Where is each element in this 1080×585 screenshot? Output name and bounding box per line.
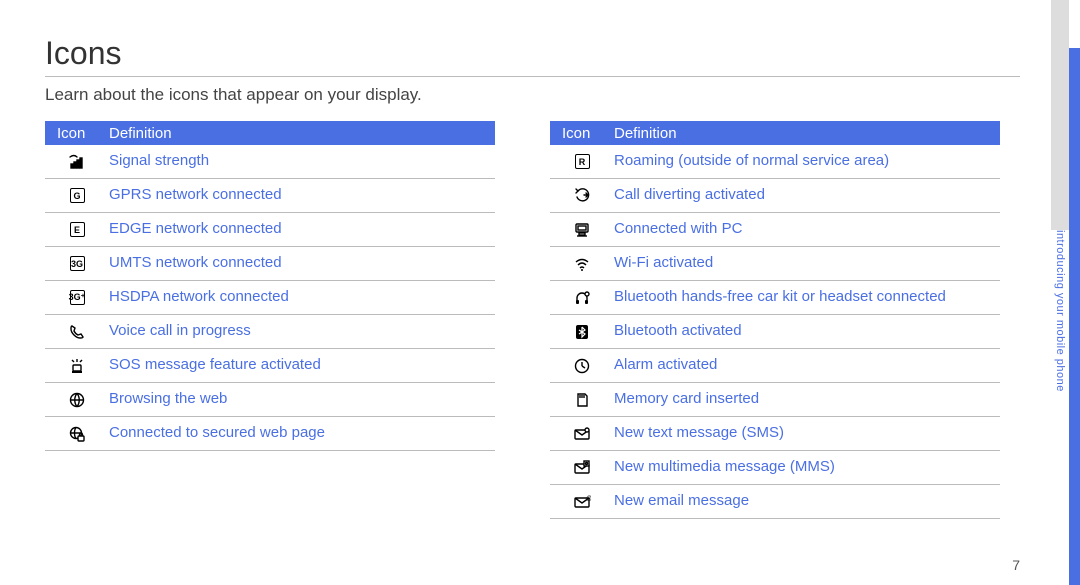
browsing-icon xyxy=(45,391,109,409)
table-row: Connected to secured web page xyxy=(45,417,495,451)
sms-icon xyxy=(550,425,614,443)
call-divert-icon xyxy=(550,187,614,205)
edge-icon: E xyxy=(45,222,109,237)
definition-cell: New email message xyxy=(614,488,1000,515)
table-row: 3GUMTS network connected xyxy=(45,247,495,281)
table-row: Bluetooth activated xyxy=(550,315,1000,349)
roaming-icon: R xyxy=(550,154,614,169)
definition-cell: Connected to secured web page xyxy=(109,420,495,447)
side-bar: introducing your mobile phone xyxy=(1051,0,1080,585)
definition-cell: Connected with PC xyxy=(614,216,1000,243)
table-row: Signal strength xyxy=(45,145,495,179)
pc-connect-icon xyxy=(550,221,614,239)
table-row: Memory card inserted xyxy=(550,383,1000,417)
right-table: Icon Definition RRoaming (outside of nor… xyxy=(550,121,1000,519)
mms-icon xyxy=(550,459,614,477)
definition-cell: Roaming (outside of normal service area) xyxy=(614,148,1000,175)
page-number: 7 xyxy=(1012,557,1020,573)
definition-cell: Bluetooth hands-free car kit or headset … xyxy=(614,284,1000,311)
table-header: Icon Definition xyxy=(550,121,1000,145)
memory-card-icon xyxy=(550,391,614,409)
table-row: EEDGE network connected xyxy=(45,213,495,247)
definition-cell: SOS message feature activated xyxy=(109,352,495,379)
bluetooth-icon xyxy=(550,323,614,341)
table-row: New text message (SMS) xyxy=(550,417,1000,451)
svg-text:@: @ xyxy=(586,496,591,502)
table-row: Wi-Fi activated xyxy=(550,247,1000,281)
table-row: Connected with PC xyxy=(550,213,1000,247)
definition-cell: Signal strength xyxy=(109,148,495,175)
table-row: SOS message feature activated xyxy=(45,349,495,383)
table-row: Bluetooth hands-free car kit or headset … xyxy=(550,281,1000,315)
table-header: Icon Definition xyxy=(45,121,495,145)
header-definition: Definition xyxy=(614,125,1000,142)
voice-call-icon xyxy=(45,323,109,341)
alarm-icon xyxy=(550,357,614,375)
email-icon: @ xyxy=(550,493,614,511)
definition-cell: Alarm activated xyxy=(614,352,1000,379)
signal-strength-icon xyxy=(45,153,109,171)
definition-cell: New text message (SMS) xyxy=(614,420,1000,447)
table-row: Browsing the web xyxy=(45,383,495,417)
definition-cell: Browsing the web xyxy=(109,386,495,413)
definition-cell: UMTS network connected xyxy=(109,250,495,277)
header-icon: Icon xyxy=(45,125,109,142)
page-title: Icons xyxy=(45,35,1020,77)
table-row: @ New email message xyxy=(550,485,1000,519)
side-section-label: introducing your mobile phone xyxy=(1054,230,1066,392)
table-row: Voice call in progress xyxy=(45,315,495,349)
header-definition: Definition xyxy=(109,125,495,142)
sos-icon xyxy=(45,357,109,375)
header-icon: Icon xyxy=(550,125,614,142)
definition-cell: Call diverting activated xyxy=(614,182,1000,209)
table-row: Call diverting activated xyxy=(550,179,1000,213)
gprs-icon: G xyxy=(45,188,109,203)
definition-cell: New multimedia message (MMS) xyxy=(614,454,1000,481)
wifi-icon xyxy=(550,255,614,273)
bt-headset-icon xyxy=(550,289,614,307)
definition-cell: Memory card inserted xyxy=(614,386,1000,413)
definition-cell: GPRS network connected xyxy=(109,182,495,209)
secured-web-icon xyxy=(45,425,109,443)
umts-icon: 3G xyxy=(45,256,109,271)
definition-cell: Wi-Fi activated xyxy=(614,250,1000,277)
hsdpa-icon: 3G⁺ xyxy=(45,290,109,305)
table-row: New multimedia message (MMS) xyxy=(550,451,1000,485)
table-row: GGPRS network connected xyxy=(45,179,495,213)
definition-cell: Bluetooth activated xyxy=(614,318,1000,345)
definition-cell: EDGE network connected xyxy=(109,216,495,243)
left-table: Icon Definition Signal strengthGGPRS net… xyxy=(45,121,495,519)
table-row: Alarm activated xyxy=(550,349,1000,383)
definition-cell: Voice call in progress xyxy=(109,318,495,345)
definition-cell: HSDPA network connected xyxy=(109,284,495,311)
table-row: RRoaming (outside of normal service area… xyxy=(550,145,1000,179)
table-row: 3G⁺HSDPA network connected xyxy=(45,281,495,315)
intro-text: Learn about the icons that appear on you… xyxy=(45,85,1020,105)
